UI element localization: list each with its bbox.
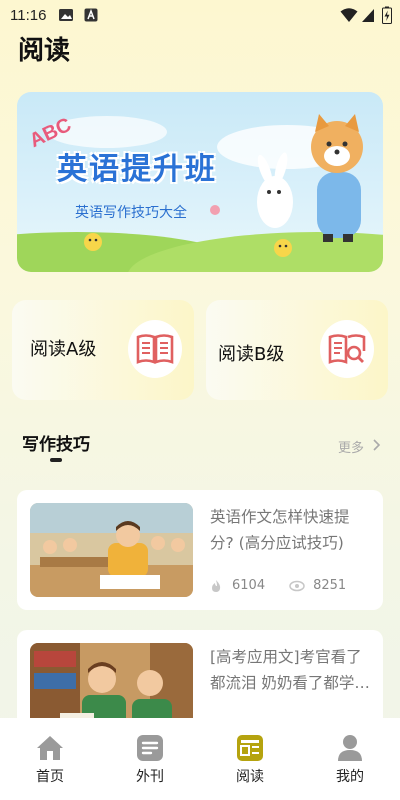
section-title-underline (50, 458, 62, 462)
banner-headline: 英语提升班 (57, 152, 217, 187)
article-stats: 6104 8251 (210, 578, 346, 593)
home-icon (37, 736, 63, 760)
tab-profile[interactable]: 我的 (300, 718, 400, 800)
tab-home[interactable]: 首页 (0, 718, 100, 800)
banner-subtitle: 英语写作技巧大全 (75, 205, 187, 221)
book-search-icon (320, 320, 374, 378)
chevron-right-icon[interactable] (372, 438, 382, 452)
wifi-icon (340, 8, 358, 22)
article-title: [高考应用文]考官看了都流泪 奶奶看了都学… (210, 648, 370, 692)
page-title: 阅读 (18, 36, 71, 66)
tab-reading-label: 阅读 (236, 769, 264, 785)
battery-charging-icon (382, 6, 392, 24)
section-title: 写作技巧 (22, 435, 90, 455)
reading-level-b-card[interactable]: 阅读B级 (206, 300, 388, 400)
tab-reading[interactable]: 阅读 (200, 718, 300, 800)
more-link[interactable]: 更多 (338, 437, 364, 456)
status-time: 11:16 (10, 7, 47, 24)
fire-icon (212, 579, 221, 592)
article-title: 英语作文怎样快速提分? (高分应试技巧) (210, 508, 350, 552)
profile-icon (338, 735, 362, 761)
reading-icon (237, 735, 263, 761)
reading-level-a-label: 阅读A级 (30, 339, 97, 360)
signal-icon (362, 9, 374, 22)
article-card[interactable]: 英语作文怎样快速提分? (高分应试技巧) 6104 8251 (17, 490, 383, 610)
article-thumbnail (30, 503, 193, 597)
article-likes-count: 6104 (232, 578, 266, 593)
image-notification-icon (59, 9, 73, 21)
reading-level-a-card[interactable]: 阅读A级 (12, 300, 194, 400)
tab-home-label: 首页 (36, 769, 64, 785)
magazine-icon (137, 735, 163, 761)
reading-level-b-label: 阅读B级 (218, 344, 285, 365)
status-bar: 11:16 (0, 0, 400, 30)
tab-magazine[interactable]: 外刊 (100, 718, 200, 800)
eye-icon (289, 580, 305, 591)
tab-profile-label: 我的 (336, 769, 364, 785)
app-notification-icon (84, 8, 98, 22)
tab-magazine-label: 外刊 (136, 769, 164, 785)
promo-banner[interactable]: ABC 英语提升班 英语写作技巧大全 (17, 92, 383, 272)
open-book-icon (128, 320, 182, 378)
article-views-count: 8251 (313, 578, 347, 593)
bottom-tab-bar: 首页 外刊 阅读 我的 (0, 718, 400, 800)
